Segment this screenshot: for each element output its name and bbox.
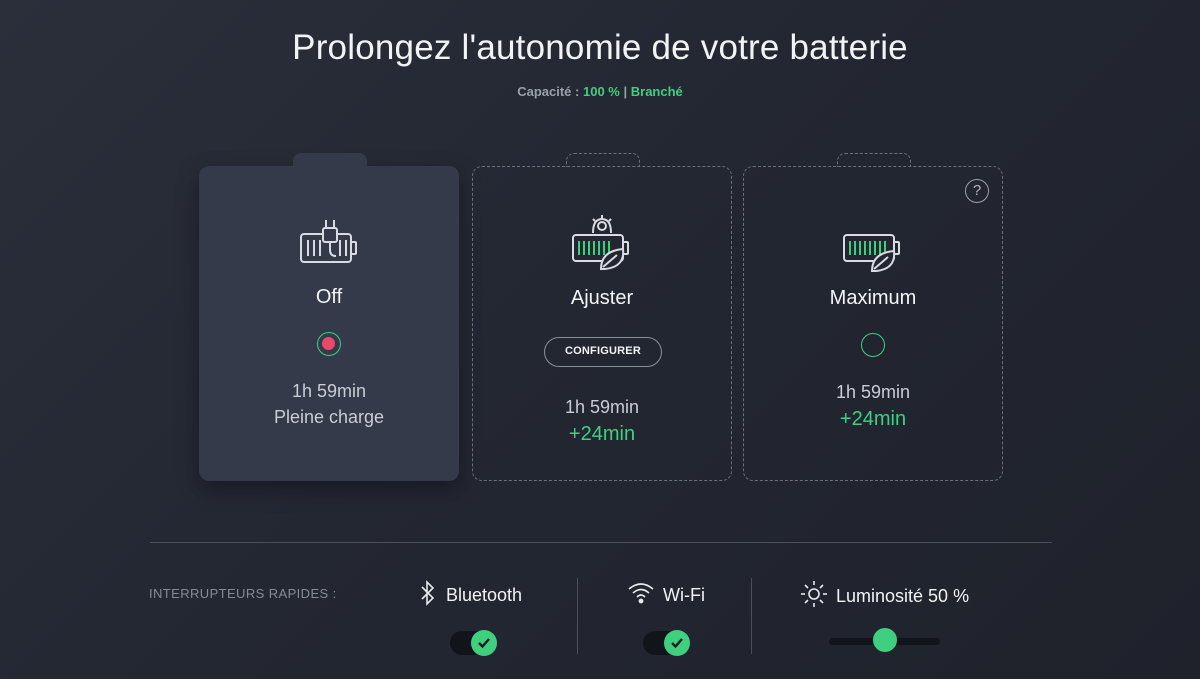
bluetooth-toggle[interactable] [450, 630, 497, 656]
card-tab [837, 153, 911, 167]
mode-time: 1h 59min [291, 381, 367, 401]
status-separator: | [623, 84, 628, 99]
wifi-label: Wi-Fi [663, 585, 705, 605]
quick-switches-label: INTERRUPTEURS RAPIDES : [149, 586, 337, 601]
brightness-slider-thumb[interactable] [872, 628, 897, 652]
bluetooth-switch-header: Bluetooth [418, 580, 522, 611]
section-divider [150, 542, 1052, 543]
battery-plug-icon [299, 216, 359, 273]
switch-separator [577, 578, 578, 654]
mode-card-ajuster[interactable]: Ajuster CONFIGURER 1h 59min +24min [472, 153, 732, 481]
bluetooth-label: Bluetooth [446, 585, 523, 605]
brightness-header: Luminosité 50 % [800, 580, 969, 613]
plug-status: Branché [630, 84, 683, 99]
sun-icon [800, 580, 828, 613]
mode-radio-maximum[interactable] [861, 333, 885, 357]
mode-name: Ajuster [570, 287, 634, 309]
capacity-label: Capacité : [517, 84, 580, 99]
card-tab [293, 153, 367, 167]
mode-card-off[interactable]: Off 1h 59min Pleine charge [199, 153, 459, 481]
battery-leaf-icon [842, 229, 904, 278]
mode-extra-time: +24min [839, 408, 907, 430]
check-icon [471, 630, 497, 656]
mode-extra-time: +24min [568, 423, 636, 445]
capacity-status: Capacité : 100 % | Branché [0, 84, 1200, 99]
wifi-icon [627, 580, 655, 611]
card-tab [566, 153, 640, 167]
configure-button[interactable]: CONFIGURER [544, 337, 662, 367]
brightness-label: Luminosité 50 % [836, 586, 970, 606]
mode-time: 1h 59min [835, 382, 911, 402]
mode-radio-off[interactable] [317, 332, 341, 356]
help-icon[interactable]: ? [965, 179, 989, 203]
bluetooth-icon [418, 580, 438, 611]
battery-gear-leaf-icon [571, 213, 633, 278]
mode-name: Off [315, 286, 343, 308]
mode-note: Pleine charge [273, 407, 385, 427]
check-icon [664, 630, 690, 656]
capacity-value: 100 % [582, 84, 620, 99]
switch-separator [751, 578, 752, 654]
mode-time: 1h 59min [564, 397, 640, 417]
mode-name: Maximum [829, 287, 917, 309]
page-title: Prolongez l'autonomie de votre batterie [292, 28, 908, 67]
wifi-toggle[interactable] [643, 630, 690, 656]
wifi-switch-header: Wi-Fi [627, 580, 705, 611]
mode-card-maximum[interactable]: ? Maximum 1h 59min +24min [743, 153, 1003, 481]
